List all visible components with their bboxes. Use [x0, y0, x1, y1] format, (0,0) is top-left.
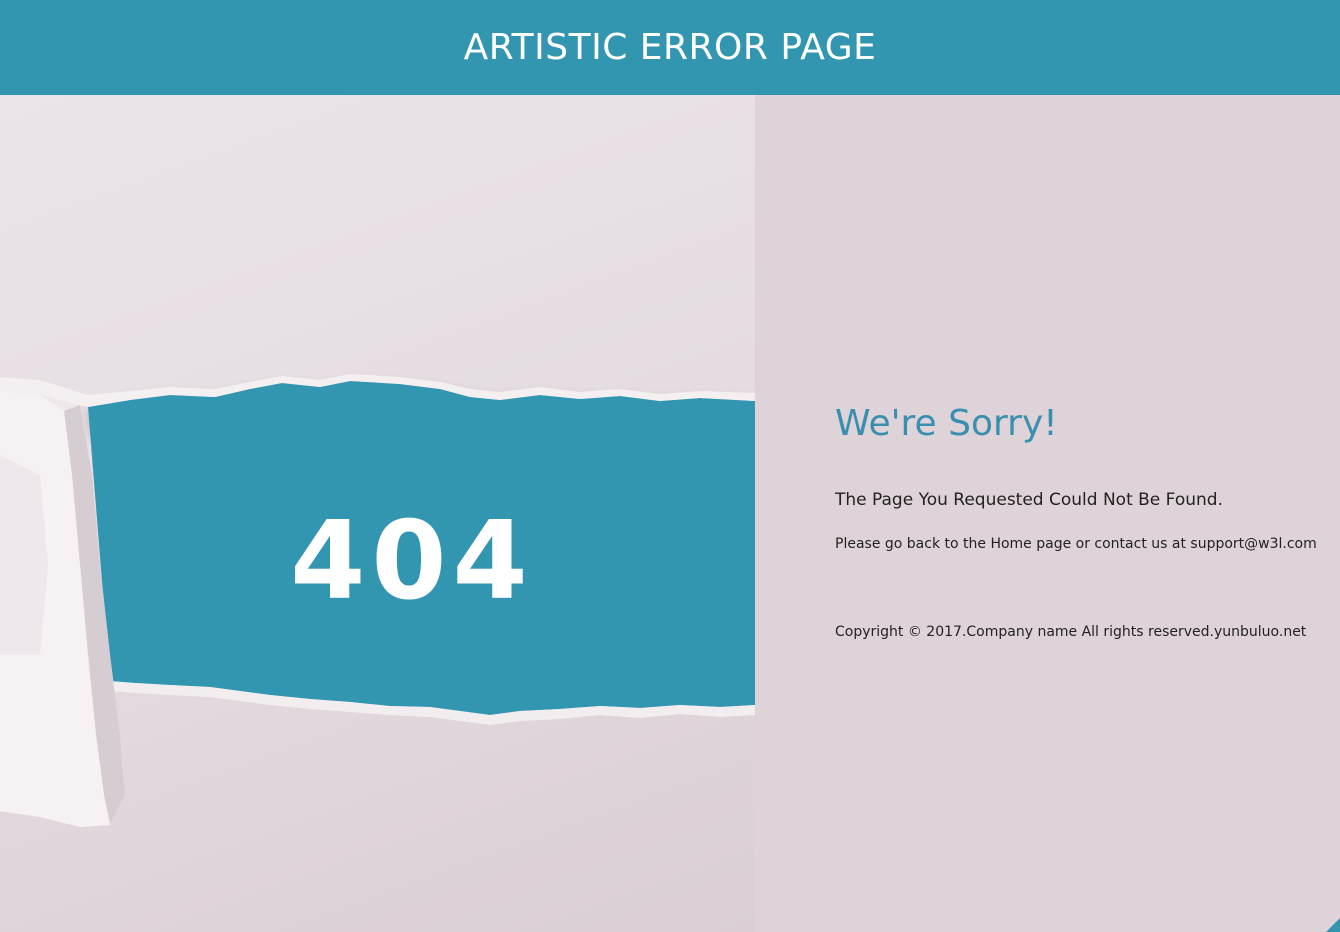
- home-link[interactable]: Home: [990, 536, 1031, 552]
- torn-paper-illustration: 404: [0, 95, 755, 932]
- page-header: ARTISTIC ERROR PAGE: [0, 0, 1340, 95]
- corner-decoration: [1326, 918, 1340, 932]
- go-back-prefix: Please go back to the: [835, 536, 991, 552]
- sorry-heading: We're Sorry!: [835, 403, 1058, 444]
- go-back-middle: page or contact us at: [1031, 536, 1191, 552]
- torn-paper-graphic: 404: [0, 374, 755, 827]
- error-code-text: 404: [290, 499, 533, 624]
- error-message-panel: We're Sorry! The Page You Requested Coul…: [835, 400, 1317, 642]
- go-back-message: Please go back to the Home page or conta…: [835, 534, 1317, 554]
- page-title: ARTISTIC ERROR PAGE: [463, 27, 877, 68]
- not-found-message: The Page You Requested Could Not Be Foun…: [835, 490, 1223, 510]
- copyright-text: Copyright © 2017.Company name All rights…: [835, 624, 1307, 640]
- support-email-link[interactable]: support@w3l.com: [1190, 536, 1316, 552]
